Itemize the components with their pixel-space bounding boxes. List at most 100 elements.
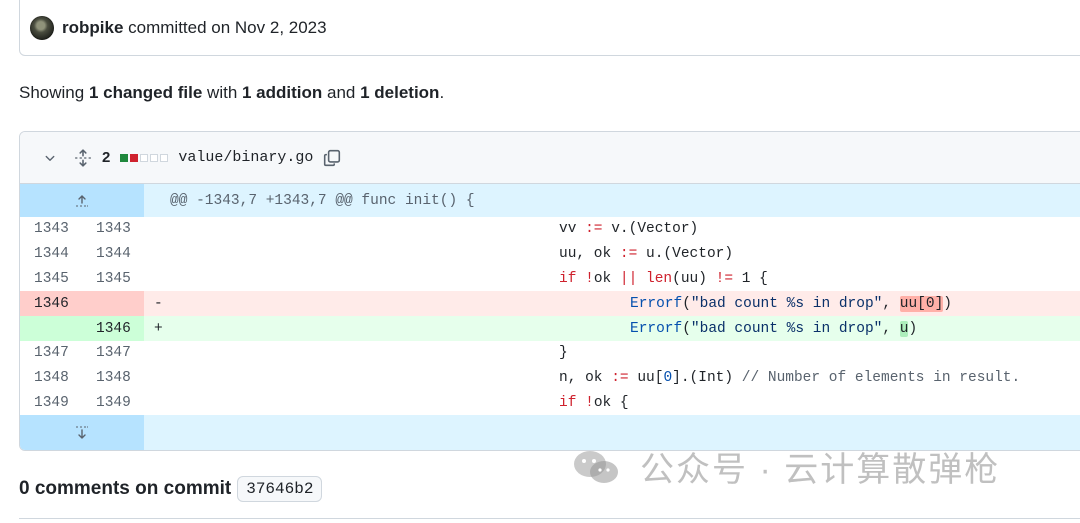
code-token: , <box>882 320 900 337</box>
code-line: n, ok := uu[0].(Int) // Number of elemen… <box>174 370 1080 386</box>
code-token: , <box>882 295 900 312</box>
new-line-number[interactable]: 1344 <box>82 242 144 267</box>
diff-line: 1343 1343 vv := v.(Vector) <box>20 217 1080 242</box>
code-token: ) <box>943 295 952 312</box>
code-token: ].(Int) <box>672 370 742 387</box>
code-token: ) <box>908 320 918 337</box>
summary-prefix: Showing <box>19 83 89 102</box>
watermark-text: 公众号 · 云计算散弹枪 <box>640 451 1001 489</box>
expand-up-button[interactable] <box>20 184 144 217</box>
code-token: u.(Vector) <box>637 246 734 263</box>
diff-line: 1349 1349 if !ok { <box>20 391 1080 416</box>
diff-summary: Showing 1 changed file with 1 addition a… <box>19 83 444 103</box>
diff-line: 1347 1347} <box>20 341 1080 366</box>
code-line: } <box>174 345 1080 361</box>
commit-info-box: robpike committed on Nov 2, 2023 <box>19 0 1080 56</box>
code-token: 0 <box>663 370 673 387</box>
new-line-number[interactable]: 1343 <box>82 217 144 242</box>
expand-down-button[interactable] <box>20 415 144 450</box>
diff-sign: + <box>154 320 163 337</box>
old-line-number[interactable]: 1344 <box>20 242 82 267</box>
code-token: if <box>559 270 577 287</box>
hunk-header-row: @@ -1343,7 +1343,7 @@ func init() { <box>20 184 1080 217</box>
code-token: uu, ok <box>559 246 620 263</box>
code-token: n, ok <box>559 370 612 387</box>
code-token-removed: uu[0] <box>899 295 944 312</box>
code-token: ok { <box>593 394 629 411</box>
diff-change-count: 2 <box>102 149 111 166</box>
commit-line: robpike committed on Nov 2, 2023 <box>62 18 327 38</box>
expand-down-icon <box>76 426 88 439</box>
diffstat-blocks <box>120 153 169 162</box>
chevron-down-icon[interactable] <box>44 152 56 164</box>
new-line-number[interactable] <box>82 291 144 317</box>
summary-suffix: . <box>439 83 445 102</box>
diff-line: 1344 1344 uu, ok := u.(Vector) <box>20 242 1080 267</box>
old-line-number[interactable]: 1347 <box>20 341 82 366</box>
commit-sha[interactable]: 37646b2 <box>237 476 323 502</box>
old-line-number[interactable]: 1346 <box>20 291 82 317</box>
old-line-number[interactable]: 1345 <box>20 267 82 292</box>
code-token: ( <box>682 320 691 337</box>
file-header: 2 value/binary.go <box>20 132 1080 184</box>
hunk-header-text: @@ -1343,7 +1343,7 @@ func init() { <box>170 192 475 209</box>
new-line-number[interactable]: 1346 <box>82 316 144 341</box>
code-line: if !ok { <box>174 395 1080 411</box>
author-link[interactable]: robpike <box>62 18 123 37</box>
summary-additions: 1 addition <box>242 83 323 102</box>
expand-up-icon <box>76 194 88 206</box>
wechat-logo-icon <box>574 450 618 483</box>
code-line: Errorf("bad count %s in drop", uu[0]) <box>174 295 1080 312</box>
expand-all-icon[interactable] <box>74 148 92 167</box>
comments-heading: 0 comments on commit 37646b2 <box>19 476 323 502</box>
old-line-number[interactable]: 1348 <box>20 366 82 391</box>
summary-files: 1 changed file <box>88 83 203 102</box>
new-line-number[interactable]: 1349 <box>82 391 144 416</box>
code-token: ! <box>585 394 594 411</box>
code-token: if <box>559 394 577 411</box>
diff-line-added: 1346 + Errorf("bad count %s in drop", u) <box>20 316 1080 341</box>
code-token: "bad count %s in drop" <box>690 320 883 337</box>
diffstat-deleted-block <box>130 153 139 162</box>
code-token: != <box>715 270 734 287</box>
avatar[interactable] <box>30 16 54 40</box>
new-line-number[interactable]: 1347 <box>82 341 144 366</box>
diffstat-added-block <box>120 153 129 162</box>
code-token: uu[ <box>628 370 664 387</box>
new-line-number[interactable]: 1348 <box>82 366 144 391</box>
code-token: := <box>611 370 629 387</box>
diffstat-neutral-block <box>150 153 159 162</box>
code-token: } <box>559 345 568 362</box>
code-token: ok <box>593 270 620 287</box>
code-token: Errorf <box>630 295 683 312</box>
code-token: vv <box>559 221 586 238</box>
code-token: Errorf <box>630 320 683 337</box>
code-line: if !ok || len(uu) != 1 { <box>174 271 1080 287</box>
copy-icon[interactable] <box>323 149 341 167</box>
summary-deletions: 1 deletion <box>360 83 440 102</box>
diff-line: 1348 1348 n, ok := uu[0].(Int) // Number o… <box>20 366 1080 391</box>
code-token: v.(Vector) <box>602 221 699 238</box>
code-token: (uu) <box>672 270 716 287</box>
code-token: 1 { <box>733 270 768 287</box>
code-line: Errorf("bad count %s in drop", u) <box>174 320 1080 337</box>
code-token: "bad count %s in drop" <box>690 295 883 312</box>
diff-line: 1345 1345 if !ok || len(uu) != 1 { <box>20 267 1080 292</box>
diffstat-neutral-block <box>140 153 149 162</box>
new-line-number[interactable]: 1345 <box>82 267 144 292</box>
old-line-number[interactable]: 1349 <box>20 391 82 416</box>
file-name-link[interactable]: value/binary.go <box>178 149 313 166</box>
code-token: ( <box>682 295 691 312</box>
old-line-number[interactable] <box>20 316 82 341</box>
summary-mid1: with <box>202 83 242 102</box>
code-line: vv := v.(Vector) <box>174 221 1080 237</box>
file-diff: 2 value/binary.go @@ -1343,7 +1343,7 @@ … <box>19 131 1080 451</box>
comments-label: 0 comments on commit <box>19 478 232 499</box>
code-line: uu, ok := u.(Vector) <box>174 246 1080 262</box>
code-token: || <box>619 270 638 287</box>
code-token: := <box>585 221 603 238</box>
old-line-number[interactable]: 1343 <box>20 217 82 242</box>
code-token: len <box>646 270 673 287</box>
